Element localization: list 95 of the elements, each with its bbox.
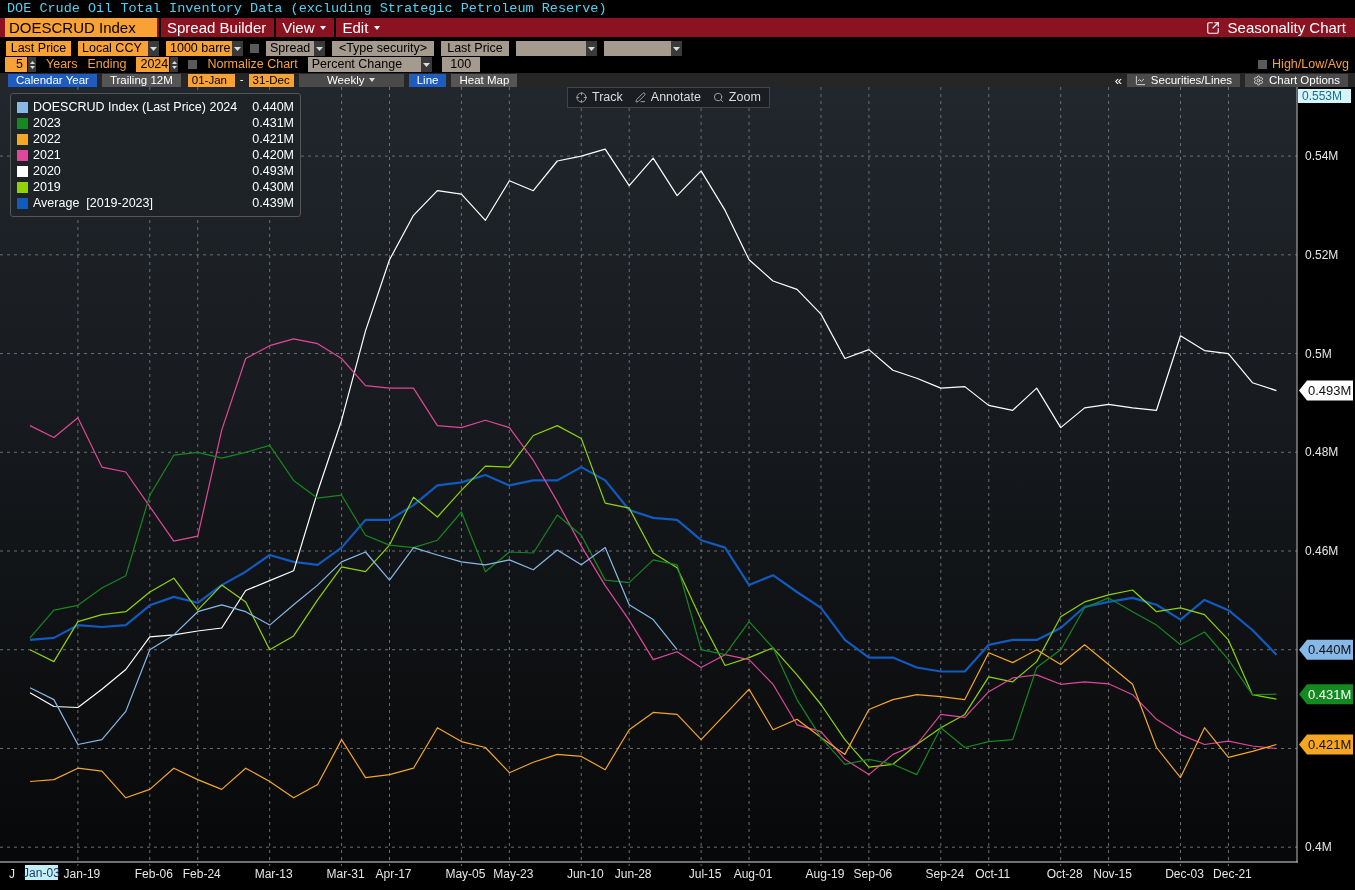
legend-value: 0.431M [252, 114, 294, 132]
tab[interactable]: Line [408, 73, 447, 87]
legend-label: 2020 [33, 162, 61, 180]
caret-icon[interactable] [420, 57, 432, 72]
tab[interactable]: Heat Map [451, 73, 518, 87]
option-label: Normalize Chart [207, 56, 298, 74]
legend-value: 0.439M [252, 194, 294, 212]
date-separator: - [239, 72, 244, 88]
number-field[interactable]: 2024 [136, 57, 170, 72]
settings-icon [1253, 74, 1265, 86]
axis-label: Aug-19 [805, 867, 845, 881]
app-title-button[interactable]: Seasonality Chart [1205, 18, 1355, 37]
tab[interactable]: Trailing 12M [101, 73, 181, 87]
legend-value: 0.440M [252, 98, 294, 116]
checkbox[interactable] [250, 44, 259, 53]
axis-label: Nov-15 [1093, 867, 1132, 881]
axis-label: 0.46M [1305, 544, 1339, 558]
number-field[interactable]: 5 [5, 57, 27, 72]
menu-button[interactable]: View [274, 18, 333, 37]
pen-icon [634, 92, 646, 103]
line-chart-icon [1134, 74, 1146, 86]
checkbox[interactable] [1258, 60, 1268, 69]
menu-button[interactable]: Spread Builder [159, 18, 273, 37]
axis-label: Feb-06 [134, 867, 173, 881]
axis-label: Feb-24 [182, 867, 221, 881]
legend-label: 2023 [33, 114, 61, 132]
axis-label: Mar-31 [326, 867, 365, 881]
external-link-icon [1205, 20, 1220, 35]
axis-label: Oct-28 [1046, 867, 1083, 881]
panel-button[interactable]: Chart Options [1245, 73, 1348, 87]
date-field[interactable]: 31-Dec [248, 73, 294, 87]
window-title: DOE Crude Oil Total Inventory Data (excluding Strategic Petroleum Reserve) [6, 0, 608, 17]
axis-label: May-05 [445, 867, 486, 881]
caret-icon[interactable] [314, 41, 325, 56]
axis-label: Dec-21 [1213, 867, 1252, 881]
frequency-dropdown[interactable]: Weekly [298, 73, 404, 87]
caret-icon [369, 78, 376, 82]
option-label: Ending [87, 56, 127, 74]
dropdown-field[interactable]: Local CCY [78, 41, 148, 56]
dropdown-field[interactable]: 1000 barre [166, 41, 232, 56]
value-tag: 0.493M [1299, 380, 1353, 401]
security-field[interactable]: DOESCRUD Index [5, 18, 157, 37]
caret-icon[interactable] [148, 41, 159, 56]
crosshair-icon [576, 92, 587, 103]
axis-label: Mar-13 [254, 867, 293, 881]
panel-button[interactable]: Securities/Lines [1126, 73, 1241, 87]
caret-icon [374, 25, 381, 30]
value-tag: 0.421M [1299, 734, 1353, 755]
stepper-icon[interactable] [28, 57, 36, 72]
tool-button[interactable]: Zoom [712, 88, 761, 107]
legend-value: 0.421M [252, 130, 294, 148]
axis-label: 0.5M [1305, 346, 1332, 361]
axis-label: Aug-01 [733, 867, 773, 881]
caret-icon[interactable] [232, 41, 243, 56]
axis-label: J [9, 867, 15, 881]
tool-button[interactable]: Annotate [634, 88, 701, 107]
axis-label: Jun-10 [566, 867, 604, 881]
legend-label: Average [2019-2023] [33, 194, 153, 212]
option-label: High/Low/Avg [1272, 56, 1349, 74]
axis-label: Sep-24 [925, 867, 965, 881]
legend-label: 2022 [33, 130, 61, 148]
legend-value: 0.430M [252, 178, 294, 196]
axis-label: Jun-28 [614, 867, 652, 881]
caret-icon[interactable] [586, 41, 597, 56]
legend-label: 2021 [33, 146, 61, 164]
axis-label: 0.48M [1305, 445, 1339, 460]
axis-label: Apr-17 [375, 867, 412, 881]
value-tag: 0.440M [1299, 639, 1353, 660]
legend-label: DOESCRUD Index (Last Price) 2024 [33, 98, 238, 116]
axis-max-tag: 0.553M [1298, 89, 1351, 103]
axis-label: 0.52M [1305, 247, 1339, 262]
tab[interactable]: Calendar Year [8, 73, 97, 87]
axis-label: Oct-11 [975, 867, 1011, 881]
axis-label: 0.54M [1305, 149, 1339, 164]
checkbox[interactable] [188, 60, 198, 69]
caret-icon [320, 25, 327, 30]
legend-label: 2019 [33, 178, 61, 196]
menu-button[interactable]: Edit [334, 18, 387, 37]
legend-value: 0.420M [252, 146, 294, 164]
stepper-icon[interactable] [170, 57, 179, 72]
caret-icon[interactable] [671, 41, 682, 56]
axis-label: 0.4M [1305, 840, 1332, 855]
value-tag: 0.431M [1299, 684, 1353, 705]
axis-label: Jul-15 [688, 867, 722, 881]
date-field[interactable]: 01-Jan [187, 73, 235, 87]
search-icon [712, 92, 724, 103]
tool-button[interactable]: Track [576, 88, 623, 107]
input-field[interactable]: Last Price [6, 41, 71, 56]
axis-label: Sep-06 [853, 867, 893, 881]
axis-label: May-23 [493, 867, 534, 881]
legend-value: 0.493M [252, 162, 294, 180]
axis-label: Dec-03 [1165, 867, 1204, 881]
axis-label: Jan-19 [63, 867, 101, 881]
collapse-button[interactable]: « [1114, 73, 1122, 87]
option-label: Years [46, 56, 78, 74]
